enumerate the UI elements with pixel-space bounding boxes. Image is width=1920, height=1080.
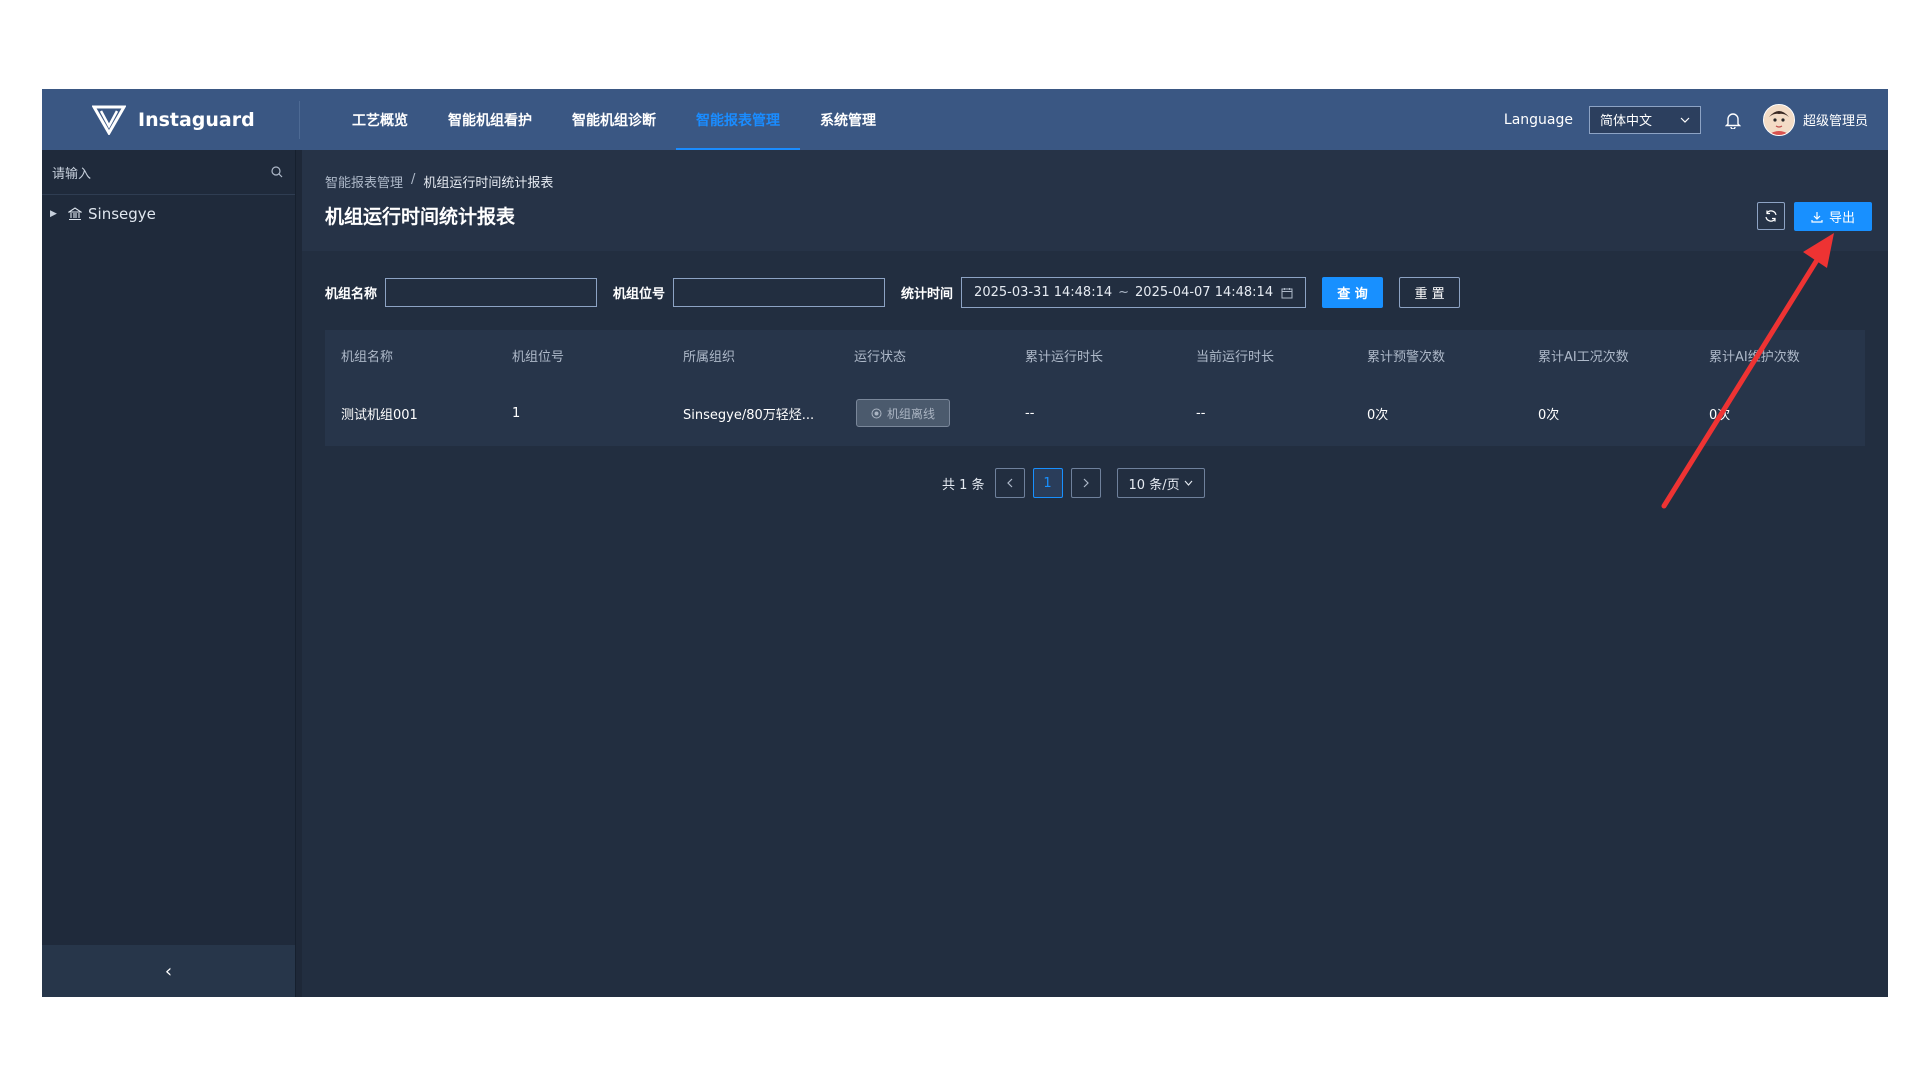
cell-total-runtime: -- bbox=[1025, 405, 1035, 421]
download-icon bbox=[1811, 211, 1823, 223]
sidebar: 请输入 ▶ Sinsegye ‹ bbox=[42, 150, 296, 997]
cell-unit-name: 测试机组001 bbox=[341, 407, 418, 423]
export-button[interactable]: 导出 bbox=[1794, 202, 1872, 231]
cell-current-runtime: -- bbox=[1196, 405, 1206, 421]
divider bbox=[299, 101, 300, 139]
top-bar: Instaguard 工艺概览 智能机组看护 智能机组诊断 智能报表管理 系统管… bbox=[42, 89, 1888, 150]
unit-name-input[interactable] bbox=[385, 278, 598, 307]
calendar-icon[interactable] bbox=[1281, 287, 1293, 299]
chevron-left-icon bbox=[1006, 478, 1012, 488]
top-right-tools: Language 简体中文 超级管理员 bbox=[1504, 89, 1868, 150]
chevron-right-icon bbox=[1083, 478, 1089, 488]
page-header: 智能报表管理 / 机组运行时间统计报表 机组运行时间统计报表 导出 bbox=[302, 150, 1888, 251]
nav-unit-diagnosis[interactable]: 智能机组诊断 bbox=[552, 89, 676, 150]
table-row[interactable]: 测试机组001 1 Sinsegye/80万轻烃... 机组离线 -- -- 0… bbox=[325, 380, 1865, 446]
breadcrumb-separator: / bbox=[411, 172, 416, 187]
date-separator: ~ bbox=[1118, 285, 1130, 300]
cell-ai-maintenance: 0次 bbox=[1709, 407, 1731, 423]
data-table: 机组名称 机组位号 所属组织 运行状态 累计运行时长 当前运行时长 累计预警次数… bbox=[325, 330, 1865, 446]
chevron-down-icon bbox=[1184, 480, 1192, 486]
date-start[interactable]: 2025-03-31 14:48:14 bbox=[974, 285, 1112, 300]
brand-name: Instaguard bbox=[138, 109, 255, 131]
avatar[interactable] bbox=[1762, 103, 1795, 136]
cell-ai-conditions: 0次 bbox=[1538, 407, 1560, 423]
sidebar-search[interactable]: 请输入 bbox=[42, 150, 295, 195]
offline-icon bbox=[871, 408, 882, 418]
unit-name-label: 机组名称 bbox=[325, 287, 378, 302]
page-size-select[interactable]: 10 条/页 bbox=[1116, 468, 1205, 498]
language-value: 简体中文 bbox=[1599, 114, 1652, 129]
cell-unit-position: 1 bbox=[512, 405, 521, 421]
language-label: Language bbox=[1503, 111, 1573, 128]
search-icon[interactable] bbox=[271, 166, 283, 178]
main-content: 智能报表管理 / 机组运行时间统计报表 机组运行时间统计报表 导出 机组名称 机… bbox=[302, 150, 1888, 997]
breadcrumb: 智能报表管理 / 机组运行时间统计报表 bbox=[325, 172, 553, 191]
refresh-button[interactable] bbox=[1757, 202, 1785, 230]
sidebar-search-input[interactable]: 请输入 bbox=[52, 163, 91, 182]
chevron-left-icon: ‹ bbox=[164, 960, 173, 982]
tree-node-label[interactable]: Sinsegye bbox=[88, 205, 156, 223]
query-button[interactable]: 查 询 bbox=[1322, 277, 1384, 308]
reset-button[interactable]: 重 置 bbox=[1399, 277, 1461, 308]
refresh-icon bbox=[1765, 210, 1777, 222]
date-range-picker[interactable]: 2025-03-31 14:48:14 ~ 2025-04-07 14:48:1… bbox=[961, 277, 1307, 308]
prev-page-button[interactable] bbox=[994, 468, 1025, 498]
tree-node-sinsegye[interactable]: ▶ Sinsegye bbox=[42, 195, 295, 233]
total-count: 共 1 条 bbox=[942, 477, 985, 493]
nav-unit-care[interactable]: 智能机组看护 bbox=[428, 89, 552, 150]
column-header: 运行状态 bbox=[854, 349, 907, 365]
page-number-button[interactable]: 1 bbox=[1032, 468, 1063, 498]
nav-system-management[interactable]: 系统管理 bbox=[800, 89, 896, 150]
breadcrumb-current: 机组运行时间统计报表 bbox=[423, 176, 554, 191]
cell-organization: Sinsegye/80万轻烃... bbox=[683, 407, 815, 423]
language-select[interactable]: 简体中文 bbox=[1588, 105, 1701, 134]
chevron-down-icon bbox=[1680, 117, 1690, 123]
next-page-button[interactable] bbox=[1070, 468, 1101, 498]
user-name[interactable]: 超级管理员 bbox=[1803, 110, 1868, 129]
column-header: 累计AI维护次数 bbox=[1709, 349, 1800, 365]
app-window: Instaguard 工艺概览 智能机组看护 智能机组诊断 智能报表管理 系统管… bbox=[42, 89, 1888, 997]
nav-process-overview[interactable]: 工艺概览 bbox=[332, 89, 428, 150]
column-header: 所属组织 bbox=[683, 349, 736, 365]
column-header: 机组位号 bbox=[512, 349, 565, 365]
sidebar-collapse-button[interactable]: ‹ bbox=[42, 945, 295, 997]
main-nav: 工艺概览 智能机组看护 智能机组诊断 智能报表管理 系统管理 bbox=[332, 89, 896, 150]
caret-right-icon[interactable]: ▶ bbox=[50, 209, 60, 219]
unit-position-label: 机组位号 bbox=[613, 287, 666, 302]
filter-bar: 机组名称 机组位号 统计时间 2025-03-31 14:48:14 ~ 202… bbox=[325, 277, 1461, 308]
column-header: 机组名称 bbox=[341, 349, 394, 365]
brand-logo[interactable]: Instaguard bbox=[92, 103, 255, 137]
column-header: 累计运行时长 bbox=[1025, 349, 1104, 365]
table-header: 机组名称 机组位号 所属组织 运行状态 累计运行时长 当前运行时长 累计预警次数… bbox=[325, 330, 1865, 380]
pagination: 共 1 条 1 10 条/页 bbox=[942, 468, 1205, 498]
status-text: 机组离线 bbox=[887, 406, 936, 421]
cell-status: 机组离线 bbox=[838, 399, 1009, 427]
status-badge: 机组离线 bbox=[856, 399, 951, 427]
column-header: 累计AI工况次数 bbox=[1538, 349, 1629, 365]
column-header: 累计预警次数 bbox=[1367, 349, 1446, 365]
bank-icon bbox=[68, 207, 82, 221]
cell-alerts: 0次 bbox=[1367, 407, 1389, 423]
column-header: 当前运行时长 bbox=[1196, 349, 1275, 365]
export-label: 导出 bbox=[1828, 211, 1855, 226]
bell-icon[interactable] bbox=[1723, 109, 1743, 131]
page-title: 机组运行时间统计报表 bbox=[325, 206, 516, 228]
unit-position-input[interactable] bbox=[673, 278, 886, 307]
breadcrumb-parent[interactable]: 智能报表管理 bbox=[325, 172, 403, 191]
time-label: 统计时间 bbox=[901, 287, 954, 302]
date-end[interactable]: 2025-04-07 14:48:14 bbox=[1135, 285, 1273, 300]
nav-report-management[interactable]: 智能报表管理 bbox=[676, 89, 800, 150]
page-size-value: 10 条/页 bbox=[1128, 477, 1180, 493]
instaguard-logo-icon bbox=[92, 105, 126, 135]
